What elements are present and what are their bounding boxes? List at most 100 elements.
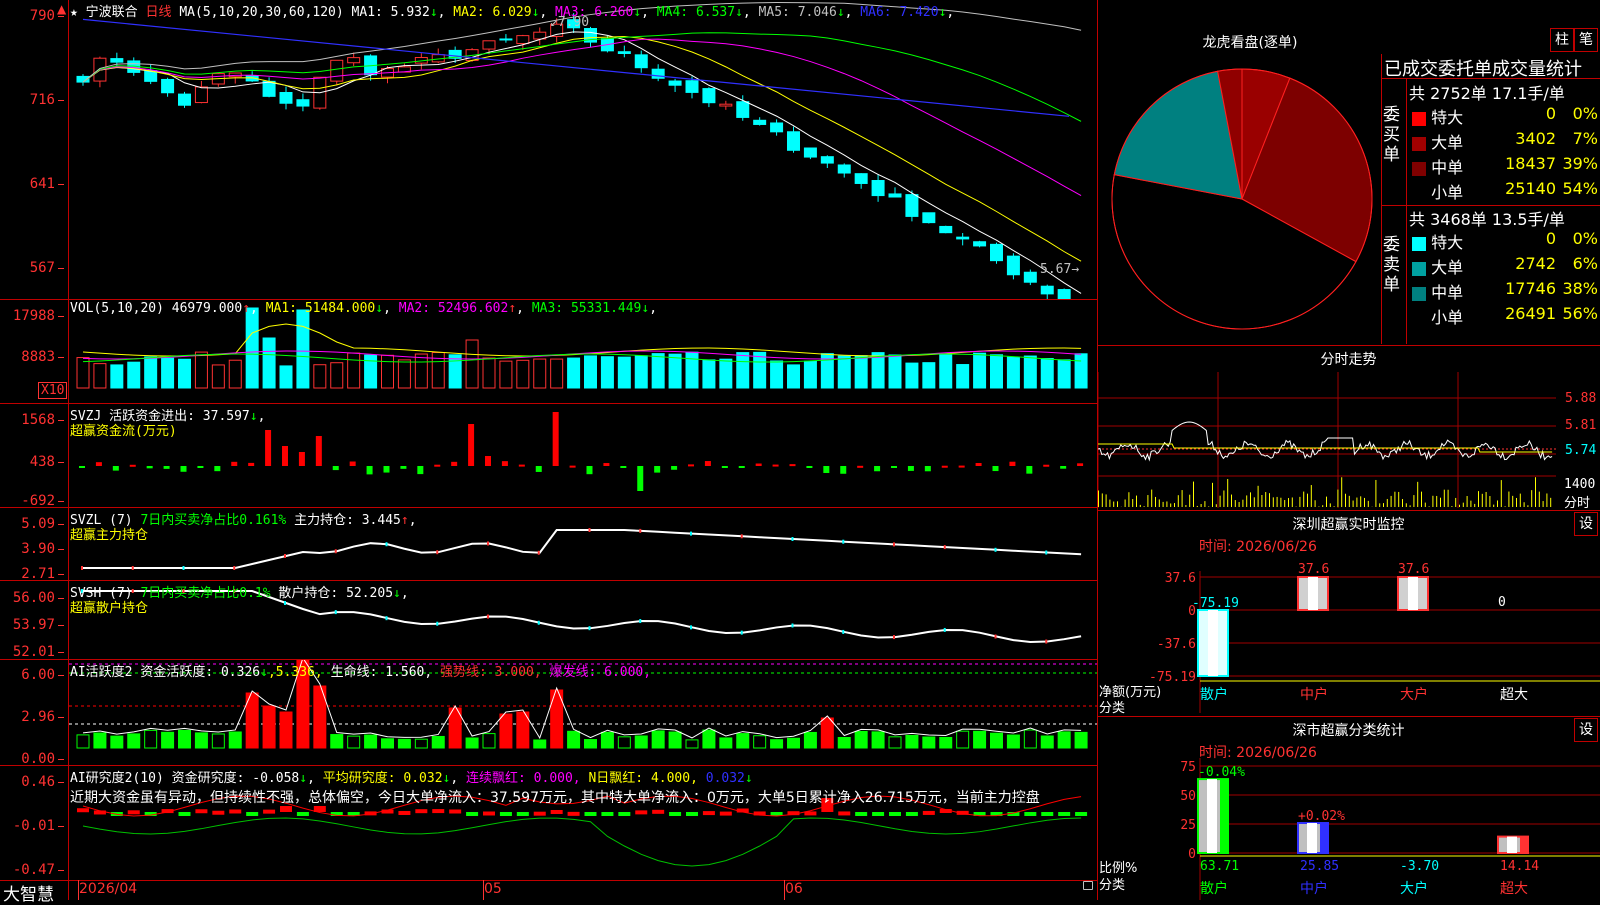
tick-mark [944,628,946,632]
research-bar [212,811,224,815]
x-date-label: 2026/04 [79,881,137,897]
vol-ma-value: MA2: 52496.602 [399,301,509,316]
volume-bar [162,358,174,388]
flow-bar [164,466,170,469]
intraday-vol-bar [1417,482,1418,507]
order-volume: 0 [1480,229,1556,248]
ratio-bar-edge [1320,823,1328,853]
candle [957,237,969,239]
volume-bar [686,352,698,388]
intraday-vol-bar [1539,492,1540,507]
kline-ytick: 790 [0,8,64,24]
intraday-vol-tick: 1400 [1564,477,1595,492]
intraday-vol-bar [1204,501,1205,507]
volume-bar [415,354,427,388]
stats-settings-button[interactable]: 设 [1574,718,1598,742]
tick-view-button[interactable]: 笔 [1574,28,1598,52]
tick-mark [487,615,489,619]
ratio-bar-edge [1220,779,1228,853]
y-tick: 50 [1180,789,1196,804]
kline-ytick: 567 [0,260,64,276]
kline-panel[interactable] [69,0,1097,299]
flow-bar [214,466,220,471]
research-bar [585,812,597,816]
tick-mark [538,551,540,555]
tick-mark [335,549,337,553]
research-bar [872,812,884,816]
intraday-vol-bar [1155,497,1156,507]
activity-bar [331,735,343,748]
ratio-value: 63.71 [1200,859,1239,874]
separator: , [743,5,751,20]
intraday-vol-bar [1254,497,1255,507]
flow-bar [603,463,609,466]
order-row: 小单 [1412,179,1463,203]
flow-bar [570,466,576,468]
intraday-title: 分时走势 [1097,349,1600,369]
order-row: 中单 [1412,154,1463,178]
vol-unit-box: X10 [38,382,67,399]
intraday-vol-bar [1505,506,1506,507]
research-ytick: -0.01 [0,818,64,834]
bar-value: 37.6 [1398,562,1429,577]
vol-ma-line [83,351,1081,359]
ma-value: MA5: 7.046 [751,5,837,20]
candle [348,58,360,63]
activity-bar [737,734,749,748]
research-bar [500,812,512,816]
volume-bar [1007,357,1019,388]
intraday-vol-bar [1398,492,1399,507]
activity-bar [1024,730,1036,748]
research-bar [1075,812,1087,816]
flow-bar [147,466,153,468]
research-bar [128,810,140,814]
volume-bar [280,366,292,388]
activity-bar [229,732,241,748]
activity-bar [991,733,1003,748]
flow-bar [434,465,440,467]
vol-ma-value: MA1: 51484.000 [266,301,376,316]
volume-bar [703,360,715,388]
flow-bar [181,466,187,472]
monitor-settings-button[interactable]: 设 [1574,512,1598,536]
flow-bar [908,466,914,471]
order-percent: 0% [1558,229,1598,248]
intraday-vol-bar [1391,496,1392,507]
tick-mark [335,610,337,614]
research-bar [449,809,461,813]
flow-bar [925,466,931,471]
volume-bar [398,360,410,388]
stock-name[interactable]: 宁波联合 [86,5,138,20]
research-bar [838,811,850,815]
bar-value: 37.6 [1298,562,1329,577]
activity-bar [821,718,833,748]
separator: , [516,301,532,316]
intraday-vol-bar [1109,500,1110,507]
tick-mark [995,548,997,552]
candle [331,60,343,81]
ratio-change: -0.04% [1198,765,1245,780]
lock-icon[interactable] [1083,881,1093,890]
order-volume: 0 [1480,104,1556,123]
legend-swatch [1412,137,1426,151]
order-type: 特大 [1426,108,1463,127]
intraday-vol-bar [1140,505,1141,507]
flow-bar [806,466,812,468]
intraday-vol-bar [1231,495,1232,507]
flow-bar [654,466,660,473]
bar-view-button[interactable]: 柱 [1550,28,1574,52]
tick-mark [589,626,591,630]
star-icon[interactable]: ★ [70,5,78,20]
intraday-vol-bar [1444,490,1445,507]
activity-bar [145,730,157,748]
intraday-vol-bar [1163,502,1164,507]
flow-bar [705,461,711,466]
research-bar [195,809,207,813]
flow-bar [553,412,559,466]
intraday-vol-bar [1387,499,1388,507]
tick-mark [386,616,388,620]
volume-bar [957,365,969,388]
period-label[interactable]: 日线 [146,5,172,20]
y-tick: 0 [1188,847,1196,862]
activity-bar [974,731,986,748]
